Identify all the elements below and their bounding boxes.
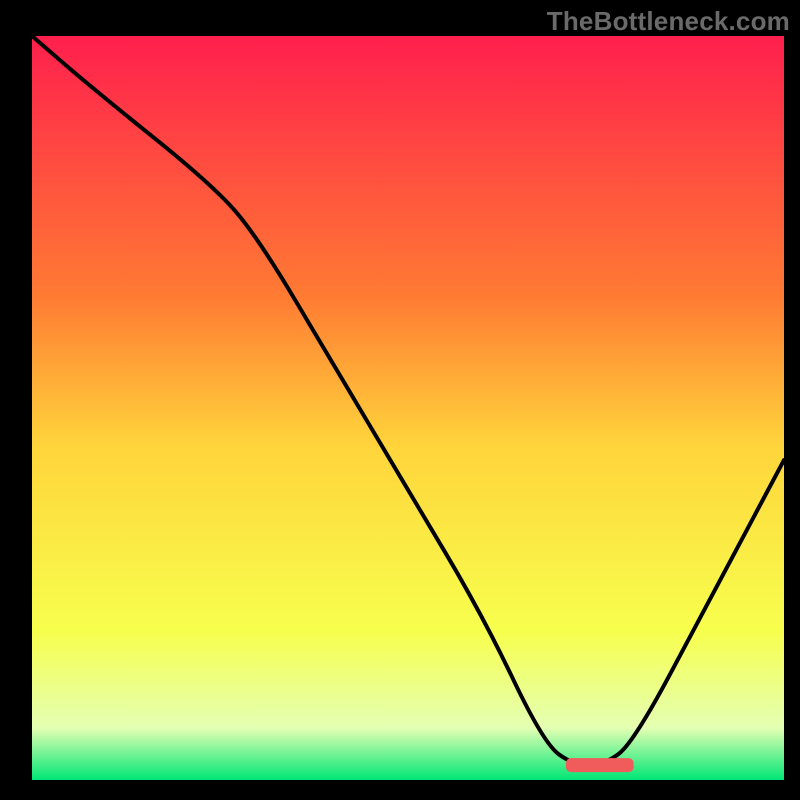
chart-container: { "watermark": "TheBottleneck.com", "cha… (0, 0, 800, 800)
bottleneck-chart (0, 0, 800, 800)
chart-highlight-segment (566, 758, 634, 772)
watermark-text: TheBottleneck.com (547, 6, 790, 37)
